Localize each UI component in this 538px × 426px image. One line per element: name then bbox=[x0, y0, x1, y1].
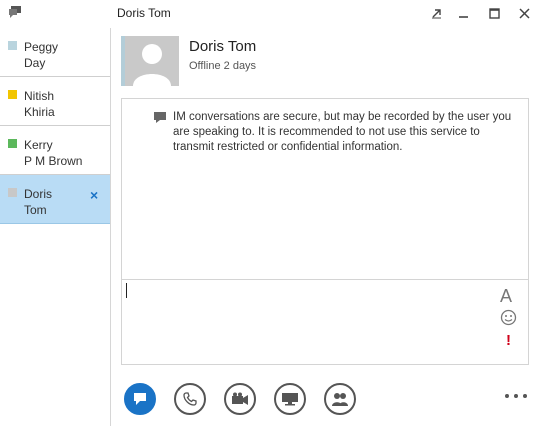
conversation-tab-peggy-day[interactable]: Peggy Day bbox=[0, 28, 110, 77]
more-dot bbox=[514, 394, 518, 398]
pop-out-icon bbox=[431, 8, 441, 18]
more-dot bbox=[505, 394, 509, 398]
phone-icon bbox=[183, 392, 197, 406]
message-input[interactable] bbox=[121, 279, 529, 365]
presence-indicator bbox=[8, 139, 17, 148]
close-window-button[interactable] bbox=[514, 4, 534, 22]
conversation-tab-nitish-khiria[interactable]: Nitish Khiria bbox=[0, 77, 110, 126]
conversation-tabs: Peggy Day Nitish Khiria Kerry P M Brown … bbox=[0, 28, 111, 426]
app-icon bbox=[9, 6, 21, 18]
avatar[interactable] bbox=[121, 36, 179, 86]
present-button[interactable] bbox=[274, 383, 306, 415]
title-bar: Doris Tom bbox=[0, 0, 538, 28]
participants-button[interactable] bbox=[324, 383, 356, 415]
close-icon bbox=[518, 7, 530, 19]
more-options-button[interactable] bbox=[505, 394, 527, 402]
security-notice: IM conversations are secure, but may be … bbox=[173, 111, 512, 153]
presence-indicator bbox=[8, 41, 17, 50]
contact-name[interactable]: Doris Tom bbox=[189, 38, 256, 55]
maximize-button[interactable] bbox=[484, 4, 504, 22]
window-title: Doris Tom bbox=[117, 6, 171, 20]
conversation-tab-kerry-brown[interactable]: Kerry P M Brown bbox=[0, 126, 110, 175]
conversation-name: Peggy Day bbox=[24, 40, 59, 70]
conversation-name: Doris Tom bbox=[24, 187, 53, 217]
call-button[interactable] bbox=[174, 383, 206, 415]
im-icon bbox=[134, 393, 146, 405]
minimize-icon bbox=[458, 15, 468, 18]
conversation-name: Nitish Khiria bbox=[24, 89, 55, 119]
im-button[interactable] bbox=[124, 383, 156, 415]
person-placeholder-icon bbox=[133, 44, 171, 86]
conversation-tab-doris-tom[interactable]: Doris Tom × bbox=[0, 175, 110, 224]
action-bar bbox=[0, 380, 538, 420]
presence-indicator bbox=[8, 188, 17, 197]
high-importance-button[interactable]: ! bbox=[506, 332, 511, 349]
conversation-name: Kerry P M Brown bbox=[24, 138, 83, 168]
participants-icon bbox=[332, 393, 348, 406]
maximize-icon bbox=[488, 7, 500, 19]
font-format-button[interactable]: A bbox=[500, 286, 512, 307]
emoticon-icon[interactable] bbox=[500, 309, 517, 326]
presence-indicator bbox=[8, 90, 17, 99]
video-icon bbox=[232, 392, 248, 405]
more-dot bbox=[523, 394, 527, 398]
pop-out-button[interactable] bbox=[426, 4, 446, 22]
close-conversation-icon[interactable]: × bbox=[90, 187, 98, 203]
present-icon bbox=[282, 393, 298, 406]
message-notice-icon bbox=[154, 112, 166, 123]
video-button[interactable] bbox=[224, 383, 256, 415]
minimize-button[interactable] bbox=[453, 4, 473, 22]
text-cursor bbox=[126, 283, 127, 298]
contact-status: Offline 2 days bbox=[189, 60, 257, 72]
